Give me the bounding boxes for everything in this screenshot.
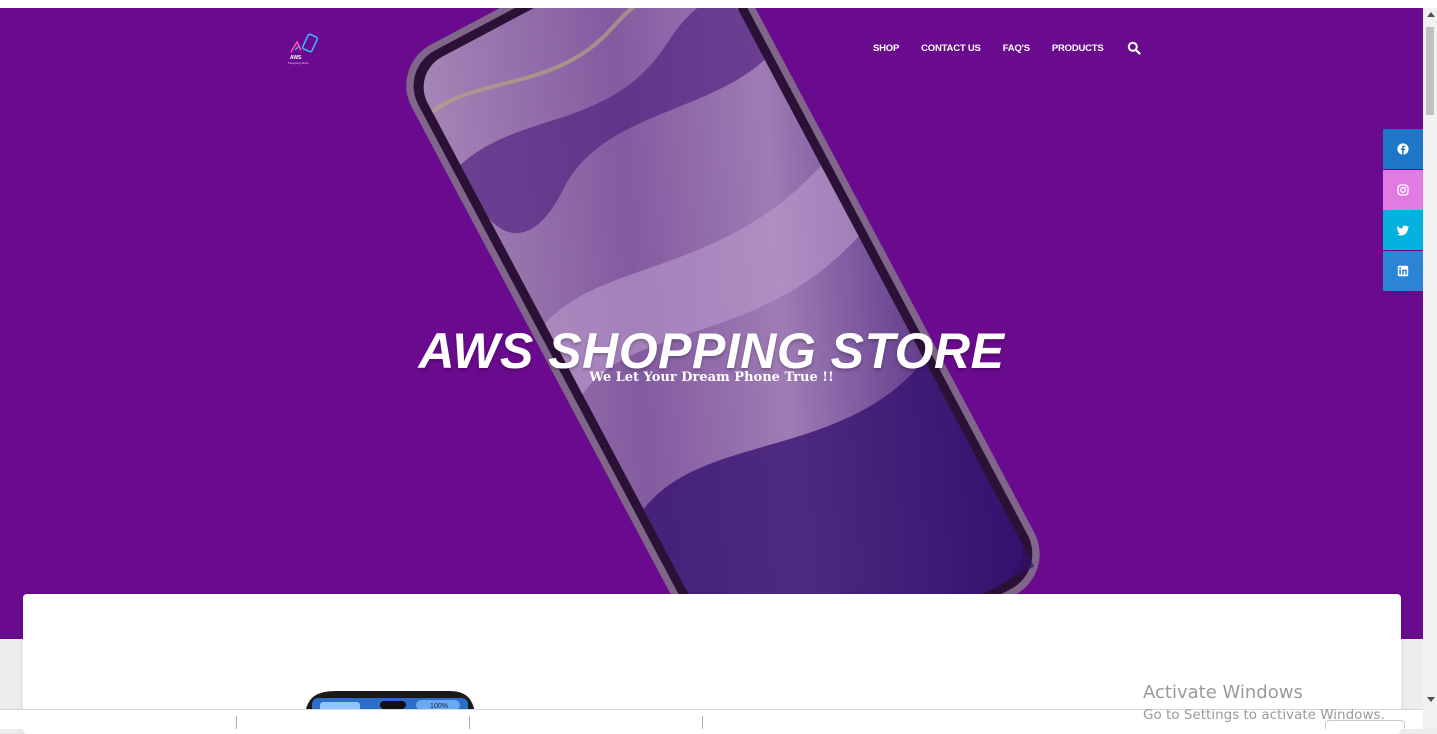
facebook-button[interactable] [1383,129,1423,169]
main-nav: SHOP CONTACT US FAQ'S PRODUCTS [862,41,1141,55]
logo-text-store: Shopping Store [288,61,309,65]
browser-top-strip [0,0,1437,8]
logo-icon: AWS Shopping Store [288,33,319,65]
toolbar-divider [236,716,237,729]
linkedin-icon [1397,265,1409,276]
nav-contact-us[interactable]: CONTACT US [921,43,981,54]
scroll-down-arrow-icon[interactable] [1427,697,1435,702]
toolbar-divider [469,716,470,729]
linkedin-button[interactable] [1383,250,1423,291]
facebook-icon [1397,143,1409,155]
windows-activation-watermark: Activate Windows Go to Settings to activ… [1143,682,1385,723]
nav-faqs[interactable]: FAQ'S [1003,43,1030,54]
scrollbar-thumb[interactable] [1426,27,1434,115]
search-icon[interactable] [1127,41,1141,55]
hero-banner: AWS Shopping Store SHOP CONTACT US FAQ'S… [0,8,1423,639]
page-scrollbar[interactable] [1423,8,1437,728]
nav-products[interactable]: PRODUCTS [1052,43,1104,54]
instagram-button[interactable] [1383,169,1423,210]
hero-subtitle: We Let Your Dream Phone True !! [589,370,834,385]
twitter-icon [1397,225,1409,236]
instagram-icon [1397,183,1409,196]
toolbar-divider [702,716,703,729]
twitter-button[interactable] [1383,210,1423,251]
watermark-title: Activate Windows [1143,682,1303,703]
nav-shop[interactable]: SHOP [873,43,899,54]
watermark-subtitle: Go to Settings to activate Windows. [1143,707,1385,723]
scroll-up-arrow-icon[interactable] [1427,12,1435,17]
site-logo[interactable]: AWS Shopping Store [285,32,323,68]
social-sidebar [1383,129,1423,291]
